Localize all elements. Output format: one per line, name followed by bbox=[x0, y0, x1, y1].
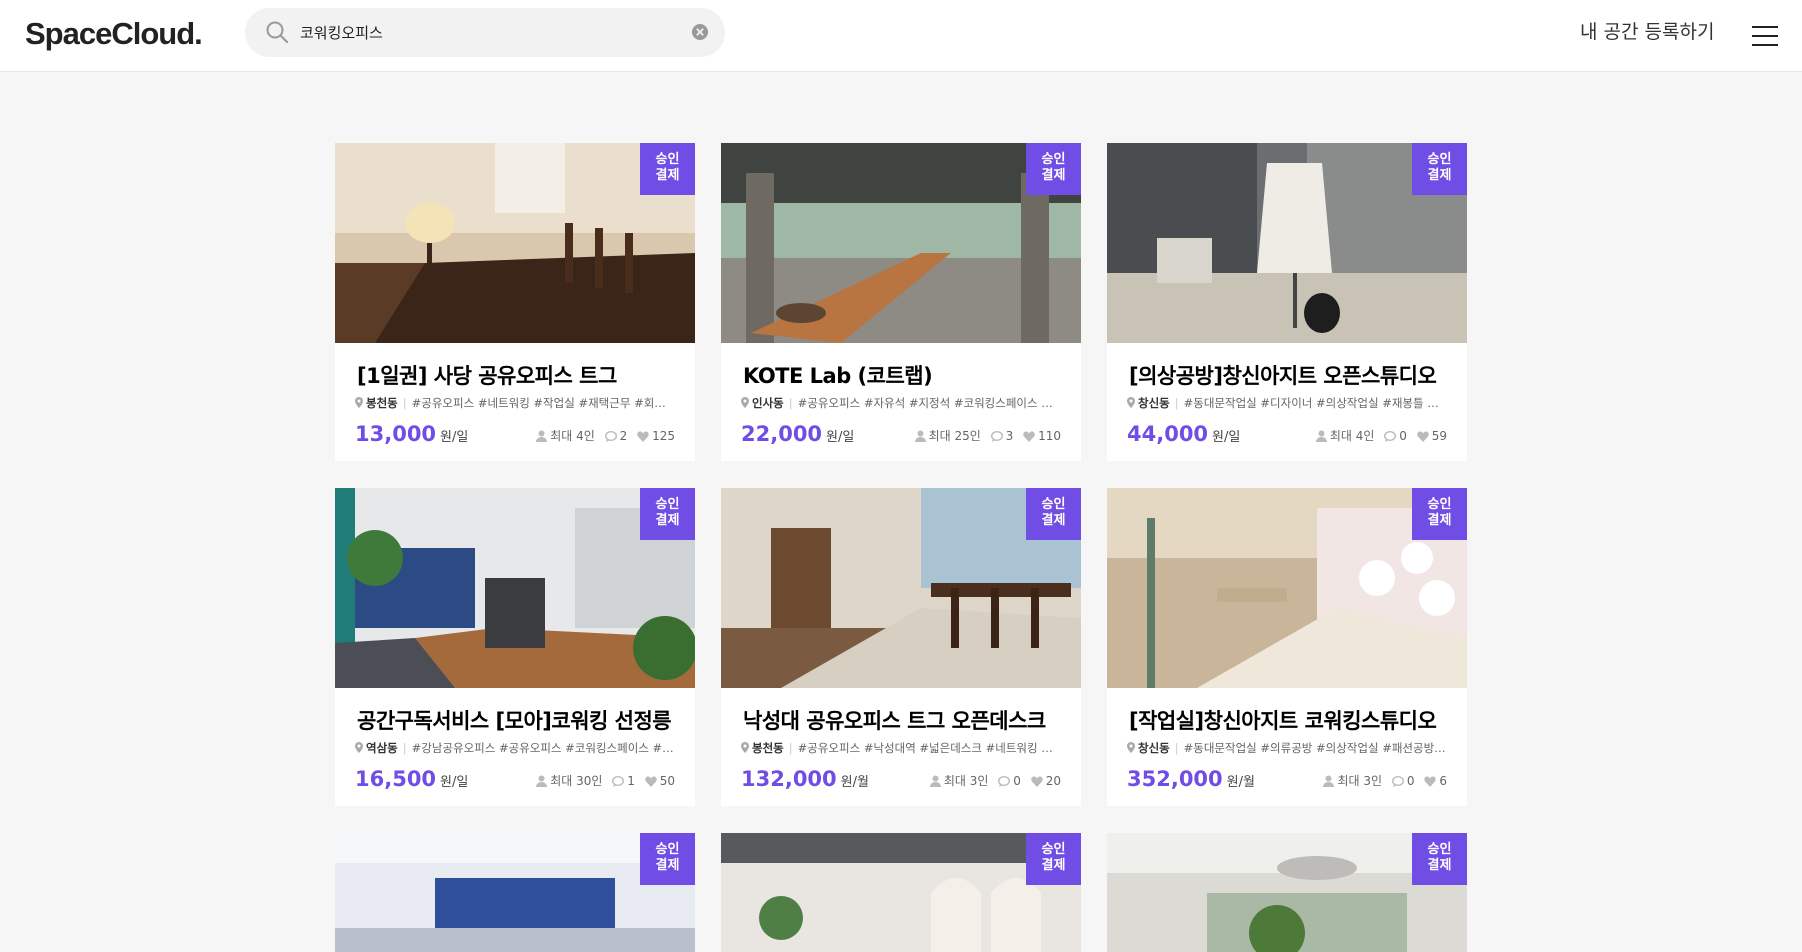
listing-tags: #공유오피스 #낙성대역 #넓은데스크 #네트워킹 #작업실 bbox=[797, 741, 1061, 755]
search-bar[interactable] bbox=[245, 8, 725, 57]
listing-title[interactable]: 낙성대 공유오피스 트그 오픈데스크 bbox=[743, 705, 1068, 735]
listing-tags: #공유오피스 #자유석 #지정석 #코워킹스페이스 #인사동 bbox=[797, 396, 1061, 410]
search-input[interactable] bbox=[300, 20, 660, 44]
person-icon bbox=[914, 430, 926, 442]
listing-tags: #공유오피스 #네트워킹 #작업실 #재택근무 #회의실 bbox=[411, 396, 675, 410]
listing-stats: 최대 4인 0 59 bbox=[1315, 427, 1447, 444]
location-pin-icon bbox=[355, 397, 363, 408]
heart-icon bbox=[1023, 431, 1035, 442]
approval-payment-badge: 승인 결제 bbox=[1026, 143, 1081, 195]
listing-stats: 최대 3인 0 6 bbox=[1323, 772, 1447, 789]
listing-meta: 창신동|#동대문작업실 #의류공방 #의상작업실 #패션공방 #재봉틀 bbox=[1127, 740, 1447, 756]
location-pin-icon bbox=[741, 397, 749, 408]
hamburger-menu-icon[interactable] bbox=[1752, 26, 1778, 46]
listing-location: 봉천동 bbox=[366, 396, 398, 410]
listing-card[interactable]: 승인 결제 bbox=[721, 833, 1081, 952]
listing-stats: 최대 25인 3 110 bbox=[914, 427, 1061, 444]
spacecloud-logo[interactable]: SpaceCloud. bbox=[25, 16, 203, 52]
comment-icon bbox=[990, 430, 1003, 442]
listing-meta: 인사동 | #공유오피스 #자유석 #지정석 #코워킹스페이스 #인사동 bbox=[741, 395, 1061, 411]
approval-payment-badge: 승인 결제 bbox=[1412, 143, 1467, 195]
listing-meta: 창신동 | #동대문작업실 #디자이너 #의상작업실 #재봉틀 #패턴 bbox=[1127, 395, 1447, 411]
heart-icon bbox=[1417, 431, 1429, 442]
listing-title[interactable]: [의상공방]창신아지트 오픈스튜디오 bbox=[1129, 360, 1454, 390]
search-icon bbox=[266, 21, 289, 44]
listing-title[interactable]: 공간구독서비스 [모아]코워킹 선정릉 bbox=[357, 705, 682, 735]
heart-icon bbox=[1424, 776, 1437, 787]
heart-icon bbox=[637, 431, 649, 442]
person-icon bbox=[929, 775, 941, 787]
listing-location: 인사동 bbox=[752, 396, 784, 410]
listing-price: 16,500 원/일 bbox=[355, 767, 469, 791]
listing-tags: #동대문작업실 #의류공방 #의상작업실 #패션공방 #재봉틀 bbox=[1183, 741, 1447, 755]
listing-card[interactable]: 승인 결제 [작업실]창신아지트 코워킹스튜디오 창신동 | #동대문작업실 #의류공… bbox=[1107, 488, 1467, 806]
person-icon bbox=[536, 775, 548, 787]
listing-price: 132,000 원/월 bbox=[741, 767, 869, 791]
listing-card[interactable]: 승인 결제 bbox=[335, 833, 695, 952]
comment-icon bbox=[998, 775, 1011, 787]
listing-stats: 최대 30인 1 50 bbox=[536, 772, 675, 789]
person-icon bbox=[536, 430, 548, 442]
listing-title[interactable]: [작업실]창신아지트 코워킹스튜디오 bbox=[1129, 705, 1454, 735]
listing-location: 봉천동 bbox=[752, 741, 784, 755]
approval-payment-badge: 승인 결제 bbox=[1026, 833, 1081, 885]
listing-card[interactable]: 승인 결제 공간구독서비스 [모아]코워킹 선정릉 역삼동 | #강남공유오피스 #공… bbox=[335, 488, 695, 806]
listing-card[interactable]: 승인 결제 [1일권] 사당 공유오피스 트그 봉천동 | #공유오피스 #네트워킹 … bbox=[335, 143, 695, 461]
listing-price: 44,000 원/일 bbox=[1127, 422, 1241, 446]
listing-title[interactable]: [1일권] 사당 공유오피스 트그 bbox=[357, 360, 682, 390]
location-pin-icon bbox=[1127, 397, 1135, 408]
approval-payment-badge: 승인 결제 bbox=[640, 143, 695, 195]
register-space-link[interactable]: 내 공간 등록하기 bbox=[1580, 17, 1714, 44]
approval-payment-badge: 승인 결제 bbox=[640, 488, 695, 540]
location-pin-icon bbox=[1127, 742, 1135, 753]
approval-payment-badge: 승인 결제 bbox=[1412, 833, 1467, 885]
listing-price: 352,000 원/월 bbox=[1127, 767, 1255, 791]
listing-location: 역삼동 bbox=[366, 741, 398, 755]
comment-icon bbox=[604, 430, 617, 442]
listing-price: 13,000 원/일 bbox=[355, 422, 469, 446]
approval-payment-badge: 승인 결제 bbox=[640, 833, 695, 885]
listing-stats: 최대 3인 0 20 bbox=[929, 772, 1061, 789]
person-icon bbox=[1323, 775, 1335, 787]
person-icon bbox=[1315, 430, 1327, 442]
listing-tags: #동대문작업실 #디자이너 #의상작업실 #재봉틀 #패턴 bbox=[1183, 396, 1447, 410]
top-header: SpaceCloud. 내 공간 등록하기 bbox=[0, 0, 1802, 72]
clear-search-icon[interactable] bbox=[691, 23, 709, 41]
heart-icon bbox=[1031, 776, 1043, 787]
listing-card[interactable]: 승인 결제 [의상공방]창신아지트 오픈스튜디오 창신동 | #동대문작업실 #디자이… bbox=[1107, 143, 1467, 461]
listing-meta: 봉천동 | #공유오피스 #네트워킹 #작업실 #재택근무 #회의실 bbox=[355, 395, 675, 411]
listing-meta: 봉천동 | #공유오피스 #낙성대역 #넓은데스크 #네트워킹 #작업실 bbox=[741, 740, 1061, 756]
listing-meta: 역삼동 | #강남공유오피스 #공유오피스 #코워킹스페이스 #선정릉 bbox=[355, 740, 675, 756]
listing-stats: 최대 4인 2 125 bbox=[536, 427, 675, 444]
listing-card[interactable]: 승인 결제 낙성대 공유오피스 트그 오픈데스크 봉천동 | #공유오피스 #낙성대역… bbox=[721, 488, 1081, 806]
comment-icon bbox=[1391, 775, 1404, 787]
listing-card[interactable]: 승인 결제 bbox=[1107, 833, 1467, 952]
location-pin-icon bbox=[741, 742, 749, 753]
listing-location: 창신동 bbox=[1138, 396, 1170, 410]
listing-price: 22,000 원/일 bbox=[741, 422, 855, 446]
listing-title[interactable]: KOTE Lab (코트랩) bbox=[743, 360, 1068, 390]
listing-location: 창신동 bbox=[1138, 741, 1170, 755]
approval-payment-badge: 승인 결제 bbox=[1026, 488, 1081, 540]
heart-icon bbox=[645, 776, 657, 787]
comment-icon bbox=[612, 775, 625, 787]
approval-payment-badge: 승인 결제 bbox=[1412, 488, 1467, 540]
listing-tags: #강남공유오피스 #공유오피스 #코워킹스페이스 #선정릉 bbox=[411, 741, 675, 755]
location-pin-icon bbox=[355, 742, 363, 753]
listing-card[interactable]: 승인 결제 KOTE Lab (코트랩) 인사동 | #공유오피스 #자유석 #지정석… bbox=[721, 143, 1081, 461]
comment-icon bbox=[1384, 430, 1397, 442]
